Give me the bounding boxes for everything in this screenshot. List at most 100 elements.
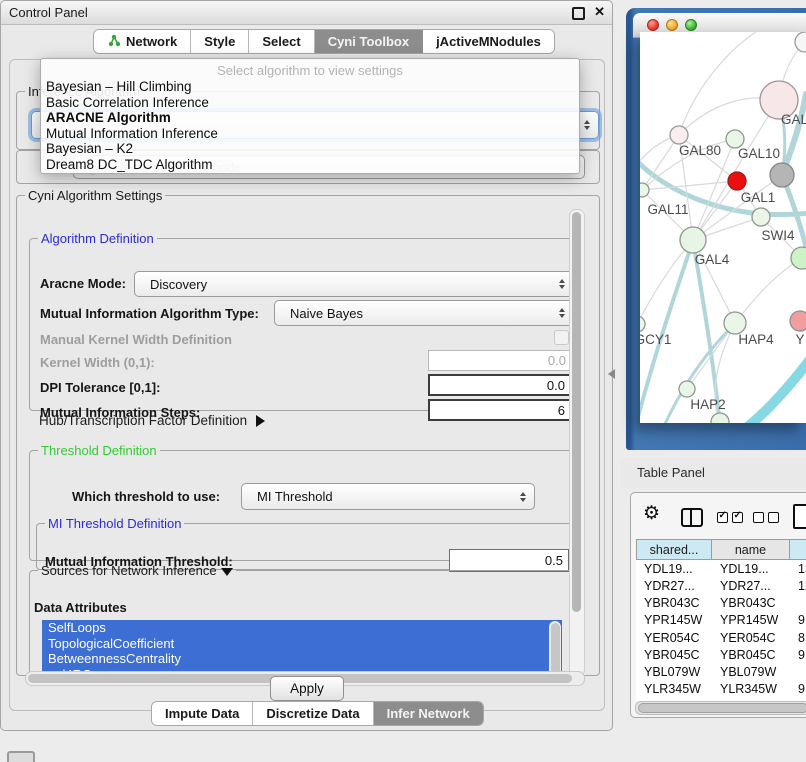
stepper-icon — [520, 492, 526, 502]
column-header[interactable]: shared... — [636, 539, 712, 560]
tab-label: jActiveMNodules — [436, 34, 541, 49]
deselect-all-checkboxes-icon[interactable] — [753, 512, 779, 523]
hub-transcription-factor-expander[interactable]: Hub/Transcription Factor Definition — [39, 413, 265, 428]
kernel-width-field[interactable]: 0.0 — [428, 350, 572, 371]
dropdown-item[interactable]: Bayesian – Hill Climbing — [41, 79, 579, 95]
panel-title: Control Panel — [9, 5, 88, 20]
tab-select[interactable]: Select — [249, 30, 314, 53]
mi-steps-field[interactable]: 6 — [428, 399, 572, 421]
aracne-mode-select[interactable]: Discovery — [134, 271, 574, 297]
table-row[interactable]: YBR045CYBR045C9. — [636, 646, 806, 663]
which-threshold-select[interactable]: MI Threshold — [241, 483, 535, 510]
float-window-icon[interactable] — [572, 7, 585, 20]
table-row[interactable]: YER054CYER054C8. — [636, 629, 806, 646]
minimized-panel-icon[interactable] — [7, 751, 35, 762]
hub-label: Hub/Transcription Factor Definition — [39, 413, 247, 428]
manual-kernel-width-label: Manual Kernel Width Definition — [40, 332, 232, 347]
network-node[interactable] — [640, 316, 645, 332]
table-horizontal-scrollbar[interactable] — [635, 701, 806, 715]
control-panel-titlebar[interactable]: Control Panel ✕ — [1, 1, 612, 25]
import-table-icon[interactable] — [793, 504, 806, 529]
attribute-item[interactable]: TopologicalCoefficient — [42, 636, 562, 652]
panel-splitter-arrow-icon[interactable] — [608, 369, 615, 379]
scrollbar-thumb[interactable] — [551, 623, 560, 675]
column-header[interactable]: name — [712, 539, 790, 560]
dropdown-item-selected[interactable]: ARACNE Algorithm — [41, 110, 579, 126]
dropdown-item[interactable]: Mutual Information Inference — [41, 126, 579, 142]
network-node[interactable] — [680, 227, 706, 253]
cyni-bottom-tabbar: Impute Data Discretize Data Infer Networ… — [151, 701, 484, 726]
table-row[interactable]: YPR145WYPR145W9. — [636, 612, 806, 629]
network-node[interactable] — [640, 183, 649, 197]
close-traffic-light[interactable] — [647, 19, 659, 31]
network-node[interactable] — [770, 163, 794, 187]
table-cell — [790, 664, 806, 681]
tab-impute-data[interactable]: Impute Data — [152, 702, 253, 725]
network-edge — [679, 32, 765, 135]
mi-algorithm-type-label: Mutual Information Algorithm Type: — [40, 306, 259, 321]
mi-algorithm-type-select[interactable]: Naive Bayes — [274, 300, 574, 326]
network-node-label: GAL11 — [647, 202, 688, 217]
group-title: Cyni Algorithm Settings — [25, 188, 165, 203]
manual-kernel-width-checkbox[interactable] — [554, 330, 569, 345]
zoom-traffic-light[interactable] — [685, 19, 697, 31]
network-node-label: GCY1 — [640, 332, 671, 347]
kernel-width-label: Kernel Width (0,1): — [40, 355, 155, 370]
collapse-arrow-icon[interactable] — [221, 568, 233, 576]
dpi-tolerance-field[interactable]: 0.0 — [428, 374, 572, 396]
scrollbar-thumb[interactable] — [638, 703, 806, 713]
network-node[interactable] — [790, 311, 806, 331]
table-panel-titlebar: Table Panel — [620, 458, 806, 488]
network-node[interactable] — [752, 208, 770, 226]
tab-discretize-data[interactable]: Discretize Data — [253, 702, 373, 725]
tab-infer-network[interactable]: Infer Network — [374, 702, 483, 725]
dropdown-item[interactable]: Bayesian – K2 — [41, 141, 579, 157]
tab-network[interactable]: Network — [94, 30, 191, 53]
attribute-item[interactable]: SelfLoops — [42, 620, 562, 636]
stepper-icon — [559, 279, 565, 289]
network-node-label: Y — [795, 332, 804, 347]
table-row[interactable]: YDR27...YDR27...12 — [636, 577, 806, 594]
attribute-item[interactable]: BetweennessCentrality — [42, 651, 562, 667]
network-node[interactable] — [795, 32, 806, 52]
table-cell: YPR145W — [636, 612, 712, 629]
table-row[interactable]: YBL079WYBL079W — [636, 664, 806, 681]
network-node[interactable] — [679, 381, 695, 397]
network-icon — [107, 34, 121, 50]
dropdown-item[interactable]: Dream8 DC_TDC Algorithm — [41, 157, 579, 173]
gear-icon[interactable]: ⚙ — [643, 504, 660, 523]
dropdown-placeholder: Select algorithm to view settings — [41, 62, 579, 79]
apply-button[interactable]: Apply — [270, 676, 344, 701]
table-cell: YBR043C — [712, 595, 790, 612]
settings-vertical-scrollbar[interactable] — [569, 209, 585, 677]
network-edge — [640, 240, 693, 324]
network-node[interactable] — [670, 126, 688, 144]
group-title: Algorithm Definition — [38, 231, 157, 246]
network-node-label: GAL1 — [741, 190, 776, 205]
table-row[interactable]: YLR345WYLR345W9. — [636, 681, 806, 698]
tab-cyni-toolbox[interactable]: Cyni Toolbox — [315, 30, 423, 53]
select-all-checkboxes-icon[interactable] — [717, 512, 743, 523]
tab-style[interactable]: Style — [191, 30, 249, 53]
scrollbar-thumb[interactable] — [572, 212, 581, 612]
column-header[interactable] — [790, 539, 806, 560]
network-node[interactable] — [728, 172, 746, 190]
close-icon[interactable]: ✕ — [594, 4, 605, 20]
dropdown-item[interactable]: Basic Correlation Inference — [41, 95, 579, 111]
checked-box-icon — [732, 512, 743, 523]
network-node[interactable] — [791, 247, 806, 269]
minimize-traffic-light[interactable] — [666, 19, 678, 31]
table-cell: YDR27... — [712, 577, 790, 594]
network-node[interactable] — [711, 413, 729, 423]
table-row[interactable]: YBR043CYBR043C — [636, 595, 806, 612]
table-row[interactable]: YDL19...YDL19...13 — [636, 560, 806, 577]
tab-label: Cyni Toolbox — [328, 34, 409, 49]
tab-label: Infer Network — [387, 706, 470, 721]
network-node[interactable] — [724, 312, 746, 334]
network-node-label: HAP4 — [738, 332, 774, 347]
tab-jactivemnodules[interactable]: jActiveMNodules — [423, 30, 554, 53]
network-canvas[interactable]: GALGAL80GAL10GAL1GAL11GAL4SWI4GCY1HAP4YH… — [640, 32, 806, 423]
columns-icon[interactable] — [681, 508, 703, 527]
network-node-label: HAP2 — [690, 397, 725, 412]
stepper-icon — [584, 120, 590, 130]
